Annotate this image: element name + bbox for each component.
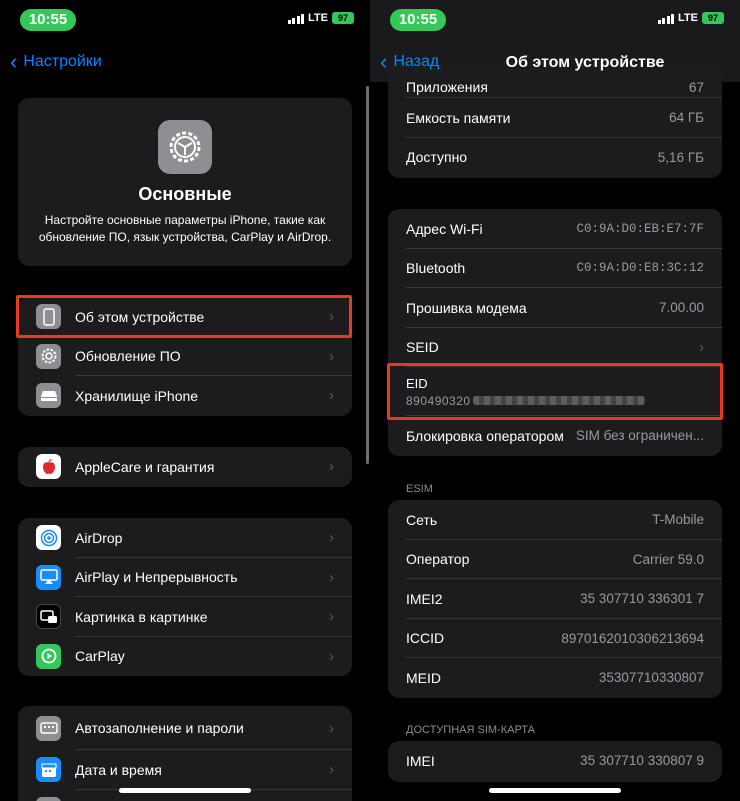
nav-bar: ‹ Назад Об этом устройстве [370,44,740,84]
signal-icon [657,13,675,24]
chevron-right-icon: › [329,608,334,626]
chevron-right-icon: › [329,568,334,586]
row-label: Автозаполнение и пароли [75,720,244,736]
row-label: Хранилище iPhone [75,387,199,404]
chevron-right-icon: › [329,458,334,476]
chevron-right-icon: › [329,529,334,547]
nav-bar: ‹ Настройки [0,44,370,84]
row-software-update[interactable]: Обновление ПО › [18,337,352,376]
settings-row-icon [36,796,61,801]
row-autofill[interactable]: Автозаполнение и пароли › [18,706,352,750]
section-header-esim: ESIM [406,483,433,495]
gear-icon [158,120,212,174]
home-indicator [489,788,621,793]
battery-icon: 97 [332,12,354,24]
chevron-right-icon: › [329,719,334,737]
back-button[interactable]: ‹ Настройки [10,49,102,74]
chevron-right-icon: › [329,761,334,779]
about-device-screen: Приложения 67 Емкость памяти 64 ГБ Досту… [370,0,740,801]
info-row-capacity: Емкость памяти 64 ГБ [388,98,722,138]
chevron-right-icon: › [329,347,334,365]
airplay-icon [36,564,61,590]
chevron-right-icon: › [329,387,334,405]
info-group-sim: IMEI 35 307710 330807 9 [388,741,722,782]
row-label: Обновление ПО [75,348,181,365]
gear-update-icon [36,343,61,369]
top-bar-overlay: 10:55 LTE 97 ‹ Назад Об этом устройстве [370,0,740,82]
chevron-right-icon: › [699,338,704,356]
info-row-carrier-lock[interactable]: Блокировка оператором SIM без ограничен.… [388,416,722,456]
row-pip[interactable]: Картинка в картинке › [18,597,352,637]
row-label: Дата и время [75,761,162,778]
page-title: Основные [138,184,232,204]
section-header-sim: ДОСТУПНАЯ SIM-КАРТА [406,724,535,736]
info-row-imei: IMEI 35 307710 330807 9 [406,752,704,769]
info-row-bluetooth[interactable]: Bluetooth C0:9A:D0:E8:3C:12 [388,249,722,288]
settings-general-screen: 10:55 LTE 97 ‹ Настройки Основные Настро… [0,0,370,801]
carplay-icon [36,643,61,669]
row-applecare[interactable]: AppleCare и гарантия › [18,447,352,487]
keyboard-icon [36,715,61,741]
chevron-left-icon: ‹ [10,49,18,74]
row-storage[interactable]: Хранилище iPhone › [18,376,352,416]
network-type: LTE [678,12,698,24]
info-row-operator: Оператор Carrier 59.0 [388,540,722,579]
info-row-seid[interactable]: SEID › [388,328,722,367]
info-row-network: Сеть T-Mobile [388,500,722,540]
highlight-box [387,363,723,420]
highlight-box [16,295,352,338]
row-label: AirPlay и Непрерывность [75,569,238,586]
info-row-modem[interactable]: Прошивка модема 7.00.00 [388,288,722,328]
status-time: 10:55 [390,9,446,31]
apple-icon [36,454,61,480]
chevron-right-icon: › [329,647,334,665]
row-date-time[interactable]: Дата и время › [18,750,352,790]
chevron-left-icon: ‹ [380,49,388,74]
back-label: Настройки [23,53,102,70]
general-header-card: Основные Настройте основные параметры iP… [18,98,352,266]
settings-group-3: AirDrop › AirPlay и Непрерывность › Карт… [18,518,352,676]
network-type: LTE [308,12,328,24]
info-row-wifi[interactable]: Адрес Wi-Fi C0:9A:D0:EB:E7:7F [388,209,722,249]
status-time: 10:55 [20,9,76,31]
settings-group-4: Автозаполнение и пароли › Дата и время › [18,706,352,801]
row-airdrop[interactable]: AirDrop › [18,518,352,558]
row-label: AppleCare и гарантия [75,458,215,475]
battery-icon: 97 [702,12,724,24]
row-label: AirDrop [75,529,123,546]
status-bar: 10:55 LTE 97 [0,8,370,32]
page-description: Настройте основные параметры iPhone, так… [38,213,332,244]
info-row-available: Доступно 5,16 ГБ [406,149,704,166]
calendar-icon [36,757,61,783]
signal-icon [287,13,305,24]
row-label: Картинка в картинке [75,608,208,625]
row-airplay[interactable]: AirPlay и Непрерывность › [18,558,352,597]
settings-group-2: AppleCare и гарантия › [18,447,352,487]
status-bar: 10:55 LTE 97 [370,8,740,32]
scrollbar[interactable] [366,86,369,464]
row-carplay[interactable]: CarPlay › [18,637,352,677]
info-row-iccid: ICCID 8970162010306213694 [388,619,722,658]
airdrop-icon [36,525,61,551]
page-title: Об этом устройстве [505,54,665,71]
storage-icon [36,383,61,409]
home-indicator [119,788,251,793]
row-label: CarPlay [75,648,125,665]
pip-icon [36,604,61,630]
info-row-meid: MEID 35307710330807 [406,669,704,686]
info-group-esim: Сеть T-Mobile Оператор Carrier 59.0 IMEI… [388,500,722,698]
info-row-imei2: IMEI2 35 307710 336301 7 [388,579,722,619]
